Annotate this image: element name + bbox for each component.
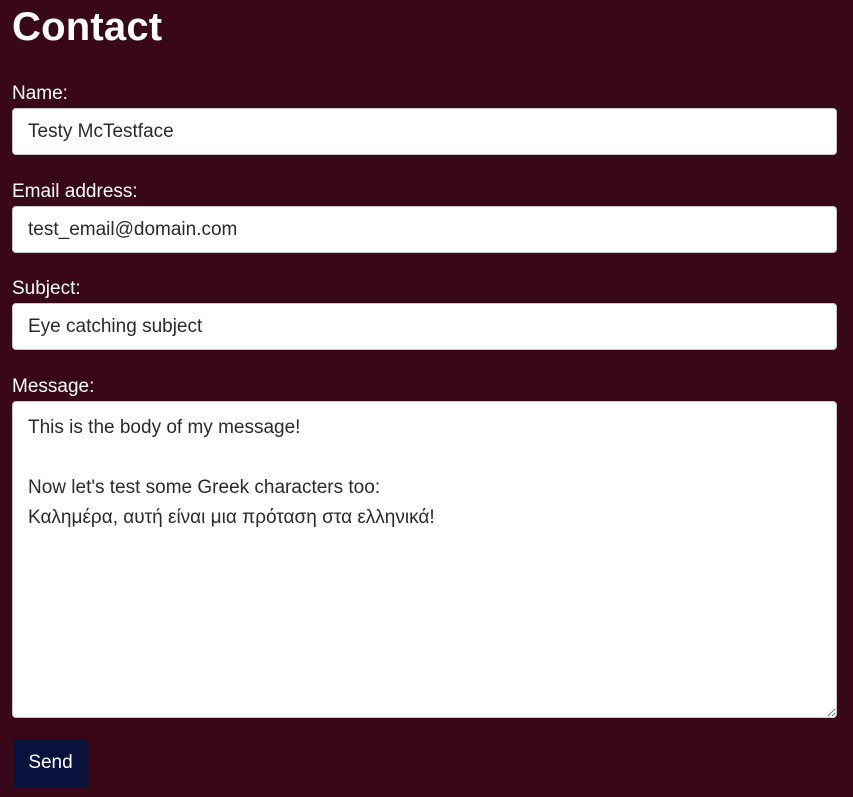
email-label: Email address: [12,181,138,202]
name-label: Name: [12,83,68,104]
page-title: Contact [12,5,163,49]
send-button[interactable]: Send [13,739,88,787]
subject-field[interactable] [12,303,837,350]
email-field[interactable] [12,206,837,253]
subject-label: Subject: [12,278,81,299]
message-textarea[interactable]: This is the body of my message! Now let'… [12,401,837,718]
name-field[interactable] [12,108,837,155]
message-label: Message: [12,376,95,397]
